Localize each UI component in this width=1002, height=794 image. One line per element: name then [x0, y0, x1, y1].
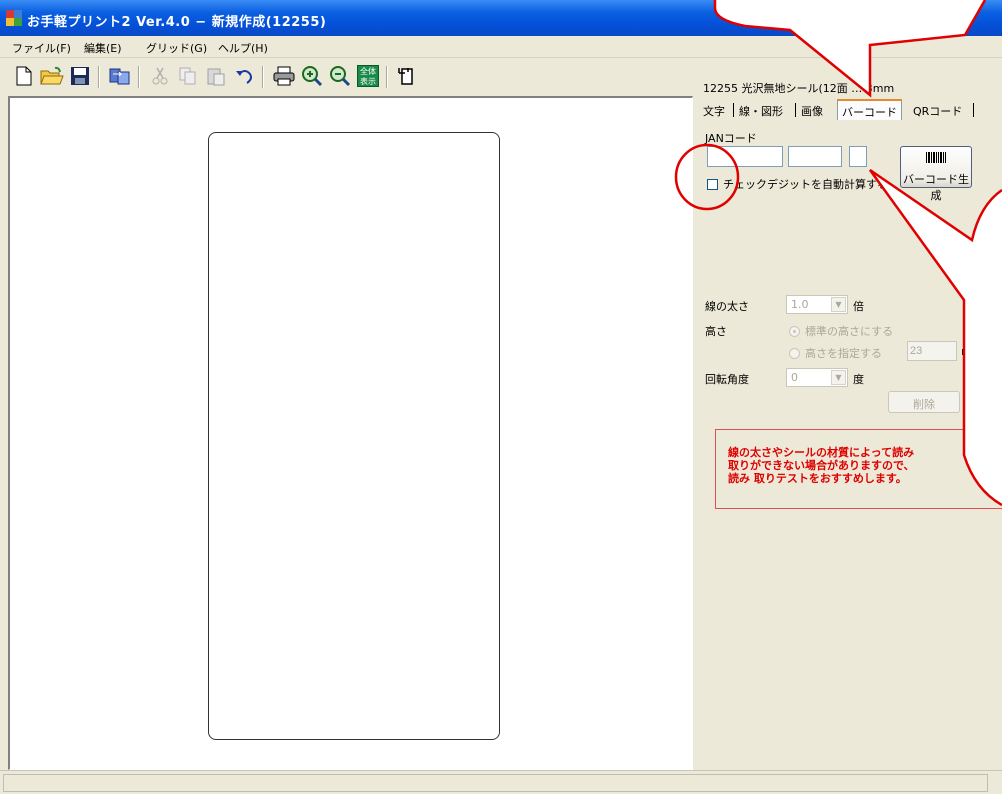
delete-button[interactable]: 削除: [888, 391, 960, 413]
tab-text[interactable]: 文字: [699, 100, 729, 120]
height-standard-radio[interactable]: [789, 325, 800, 337]
paste-icon[interactable]: [202, 62, 230, 90]
title-bar: お手軽プリント2 Ver.4.0 − 新規作成(12255): [0, 0, 1002, 36]
warning-line-2: 取りができない場合がありますので、: [728, 459, 915, 472]
rotation-value: 0: [791, 371, 798, 384]
rotation-unit: 度: [853, 373, 864, 386]
chevron-down-icon[interactable]: ▼: [831, 370, 846, 385]
app-icon: [6, 10, 22, 26]
toolbar-separator: [98, 66, 100, 88]
height-standard-option[interactable]: 標準の高さにする: [789, 323, 893, 339]
menu-edit[interactable]: 編集(E): [84, 40, 122, 56]
tab-image[interactable]: 画像: [797, 100, 827, 120]
toolbar: 全体 表示: [0, 58, 693, 96]
checkdigit-option[interactable]: チェックデジットを自動計算する: [707, 176, 888, 192]
tab-divider: [733, 103, 734, 117]
toolbar-separator: [138, 66, 140, 88]
status-bar: [0, 770, 1002, 794]
fit-all-icon[interactable]: 全体 表示: [354, 62, 382, 90]
generate-barcode-button[interactable]: バーコード生成: [900, 146, 972, 202]
line-width-label: 線の太さ: [705, 300, 749, 313]
barcode-icon: [926, 152, 946, 163]
window-title: お手軽プリント2 Ver.4.0 − 新規作成(12255): [27, 15, 327, 30]
properties-panel: 12255 光沢無地シール(12面 … 3mm 文字 線・図形 画像 バーコード…: [693, 58, 1002, 770]
tab-shapes[interactable]: 線・図形: [735, 100, 787, 120]
menu-help[interactable]: ヘルプ(H): [218, 40, 268, 56]
height-custom-option[interactable]: 高さを指定する: [789, 345, 882, 361]
toolbar-separator: [386, 66, 388, 88]
design-canvas[interactable]: [8, 96, 693, 770]
height-custom-radio[interactable]: [789, 347, 800, 359]
rotation-select[interactable]: 0 ▼: [786, 368, 848, 387]
height-custom-label: 高さを指定する: [805, 347, 882, 360]
tab-divider: [973, 103, 974, 117]
line-width-unit: 倍: [853, 300, 864, 313]
rotation-label: 回転角度: [705, 373, 749, 386]
menu-file[interactable]: ファイル(F): [12, 40, 71, 56]
cut-icon[interactable]: [146, 62, 174, 90]
height-value-field[interactable]: [907, 341, 957, 361]
open-folder-icon[interactable]: [38, 62, 66, 90]
import-icon[interactable]: [106, 62, 134, 90]
page-settings-icon[interactable]: [394, 62, 422, 90]
jan-input-1[interactable]: [708, 147, 782, 166]
chevron-down-icon[interactable]: ▼: [831, 297, 846, 312]
tab-barcode[interactable]: バーコード: [837, 99, 902, 120]
jan-code-label: JANコード: [705, 132, 757, 145]
jan-field-checkdigit[interactable]: [849, 146, 867, 167]
warning-line-3: 読み 取りテストをおすすめします。: [728, 472, 907, 485]
fit-all-label: 全体 表示: [357, 65, 379, 87]
paper-info: 12255 光沢無地シール(12面 … 3mm: [703, 82, 895, 95]
zoom-out-icon[interactable]: [326, 62, 354, 90]
height-value-input[interactable]: [908, 342, 956, 360]
checkdigit-checkbox[interactable]: [707, 178, 718, 190]
height-label: 高さ: [705, 325, 727, 338]
jan-field-2[interactable]: [788, 146, 842, 167]
zoom-in-icon[interactable]: [298, 62, 326, 90]
copy-icon[interactable]: [174, 62, 202, 90]
line-width-value: 1.0: [791, 298, 809, 311]
height-standard-label: 標準の高さにする: [805, 325, 894, 338]
tab-divider: [795, 103, 796, 117]
jan-field-1[interactable]: [707, 146, 783, 167]
generate-barcode-label: バーコード生成: [903, 173, 969, 202]
save-icon[interactable]: [66, 62, 94, 90]
line-width-select[interactable]: 1.0 ▼: [786, 295, 848, 314]
checkdigit-label: チェックデジットを自動計算する: [723, 178, 888, 191]
jan-input-checkdigit[interactable]: [850, 147, 866, 166]
undo-icon[interactable]: [230, 62, 258, 90]
toolbar-separator: [262, 66, 264, 88]
jan-input-2[interactable]: [789, 147, 841, 166]
height-unit: m: [961, 345, 972, 358]
print-icon[interactable]: [270, 62, 298, 90]
status-pane: [3, 774, 988, 792]
warning-line-1: 線の太さやシールの材質によって読み: [728, 446, 915, 459]
label-sheet[interactable]: [208, 132, 500, 740]
new-doc-icon[interactable]: [10, 62, 38, 90]
menu-grid[interactable]: グリッド(G): [146, 40, 207, 56]
menu-bar: ファイル(F) 編集(E) グリッド(G) ヘルプ(H): [0, 36, 1002, 58]
tab-qrcode[interactable]: QRコード: [909, 100, 966, 120]
warning-box: 線の太さやシールの材質によって読み 取りができない場合がありますので、 読み 取…: [715, 429, 1002, 509]
